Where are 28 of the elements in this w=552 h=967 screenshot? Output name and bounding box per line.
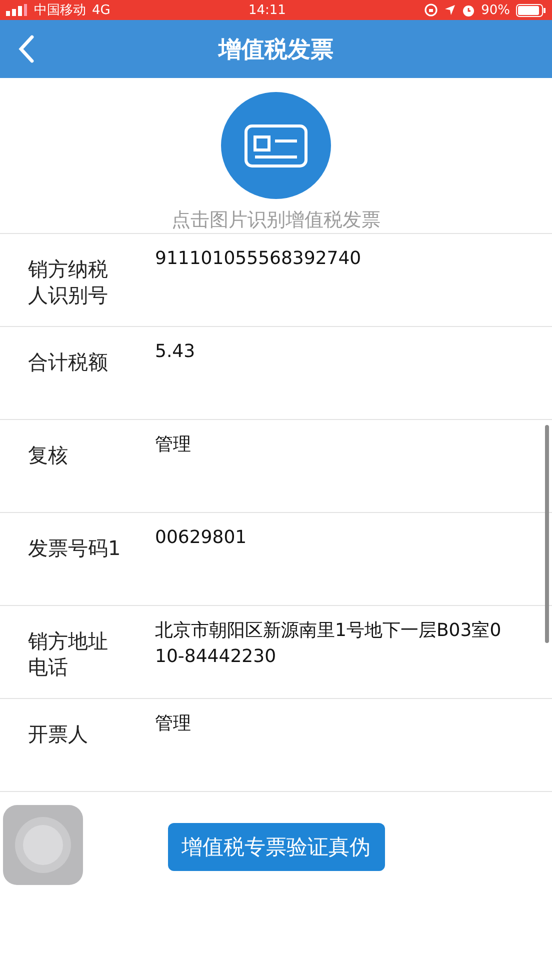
field-label: 发票号码1	[28, 535, 122, 562]
network-type: 4G	[92, 2, 110, 18]
field-value: 911101055568392740	[155, 247, 362, 271]
field-value: 5.43	[155, 340, 196, 364]
circle-icon	[15, 817, 71, 873]
field-value: 00629801	[155, 526, 248, 550]
field-value: 北京市朝阳区新源南里1号地下一层B03室010-84442230	[155, 619, 502, 669]
field-value: 管理	[155, 712, 192, 736]
signal-icon	[6, 4, 28, 16]
page-title: 增值税发票	[216, 36, 334, 64]
verify-button[interactable]: 增值税专票验证真伪	[168, 823, 384, 871]
field-label: 开票人	[28, 721, 89, 748]
battery-icon	[516, 4, 546, 16]
card-icon	[244, 124, 308, 168]
field-label: 销方地址电话	[28, 628, 109, 681]
chevron-left-icon	[18, 35, 34, 63]
rotation-lock-icon	[424, 3, 438, 17]
scan-caption: 点击图片识别增值税发票	[172, 208, 380, 233]
location-icon	[444, 4, 456, 16]
field-label: 合计税额	[28, 349, 109, 376]
clock-time: 14:11	[248, 2, 286, 18]
field-label: 复核	[28, 442, 69, 469]
carrier-name: 中国移动	[34, 2, 86, 19]
assistive-touch-button[interactable]	[3, 805, 83, 885]
battery-percent: 90%	[481, 2, 510, 18]
alarm-icon	[462, 4, 476, 16]
field-label: 销方纳税人识别号	[28, 256, 109, 309]
field-value: 管理	[155, 433, 192, 457]
